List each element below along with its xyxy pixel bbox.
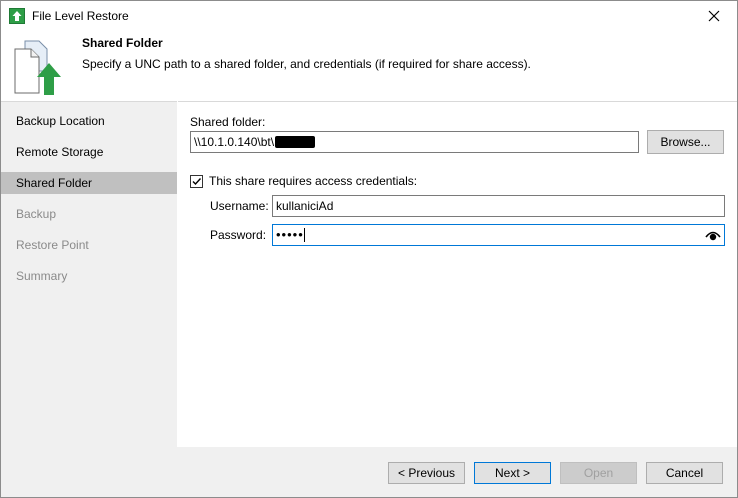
page-title: Shared Folder bbox=[82, 36, 163, 50]
nav-item-summary: Summary bbox=[16, 269, 68, 283]
username-label: Username: bbox=[210, 199, 269, 213]
close-button[interactable] bbox=[691, 1, 737, 31]
previous-button[interactable]: < Previous bbox=[388, 462, 465, 484]
nav-item-backup-location[interactable]: Backup Location bbox=[1, 110, 177, 132]
checkmark-icon bbox=[192, 178, 202, 186]
close-icon bbox=[708, 10, 720, 22]
username-value: kullaniciAd bbox=[276, 199, 334, 213]
next-button[interactable]: Next > bbox=[474, 462, 551, 484]
wizard-footer: < Previous Next > Open Cancel bbox=[1, 447, 737, 497]
cancel-button[interactable]: Cancel bbox=[646, 462, 723, 484]
nav-item-shared-folder[interactable]: Shared Folder bbox=[1, 172, 177, 194]
password-value: ••••• bbox=[276, 227, 304, 242]
wizard-content: Shared folder: \\10.1.0.140\bt\ Browse..… bbox=[178, 101, 737, 448]
shared-folder-label: Shared folder: bbox=[190, 115, 265, 129]
redaction-mark bbox=[275, 136, 316, 148]
restore-arrow-icon bbox=[9, 8, 25, 24]
window-title: File Level Restore bbox=[32, 9, 129, 23]
browse-button[interactable]: Browse... bbox=[647, 130, 724, 154]
username-input[interactable]: kullaniciAd bbox=[272, 195, 725, 217]
nav-item-backup: Backup bbox=[16, 207, 57, 221]
document-upload-icon bbox=[11, 37, 67, 97]
nav-item-remote-storage[interactable]: Remote Storage bbox=[1, 141, 177, 163]
page-description: Specify a UNC path to a shared folder, a… bbox=[82, 57, 531, 71]
nav-item-restore-point: Restore Point bbox=[16, 238, 89, 252]
open-button: Open bbox=[560, 462, 637, 484]
eye-icon[interactable] bbox=[705, 228, 721, 242]
title-bar: File Level Restore bbox=[1, 1, 737, 31]
shared-folder-label-text: Shared folder: bbox=[190, 115, 266, 129]
file-level-restore-window: File Level Restore Shared Folder Specify… bbox=[0, 0, 738, 498]
credentials-checkbox[interactable] bbox=[190, 175, 203, 188]
password-input[interactable]: ••••• bbox=[272, 224, 725, 246]
shared-folder-input[interactable]: \\10.1.0.140\bt\ bbox=[190, 131, 639, 153]
credentials-checkbox-label[interactable]: This share requires access credentials: bbox=[209, 174, 417, 188]
password-label: Password: bbox=[210, 228, 267, 242]
text-caret bbox=[303, 228, 305, 242]
wizard-nav: Backup Location Remote Storage Shared Fo… bbox=[1, 101, 177, 448]
wizard-header: Shared Folder Specify a UNC path to a sh… bbox=[1, 31, 737, 101]
shared-folder-value: \\10.1.0.140\bt\ bbox=[194, 135, 275, 149]
